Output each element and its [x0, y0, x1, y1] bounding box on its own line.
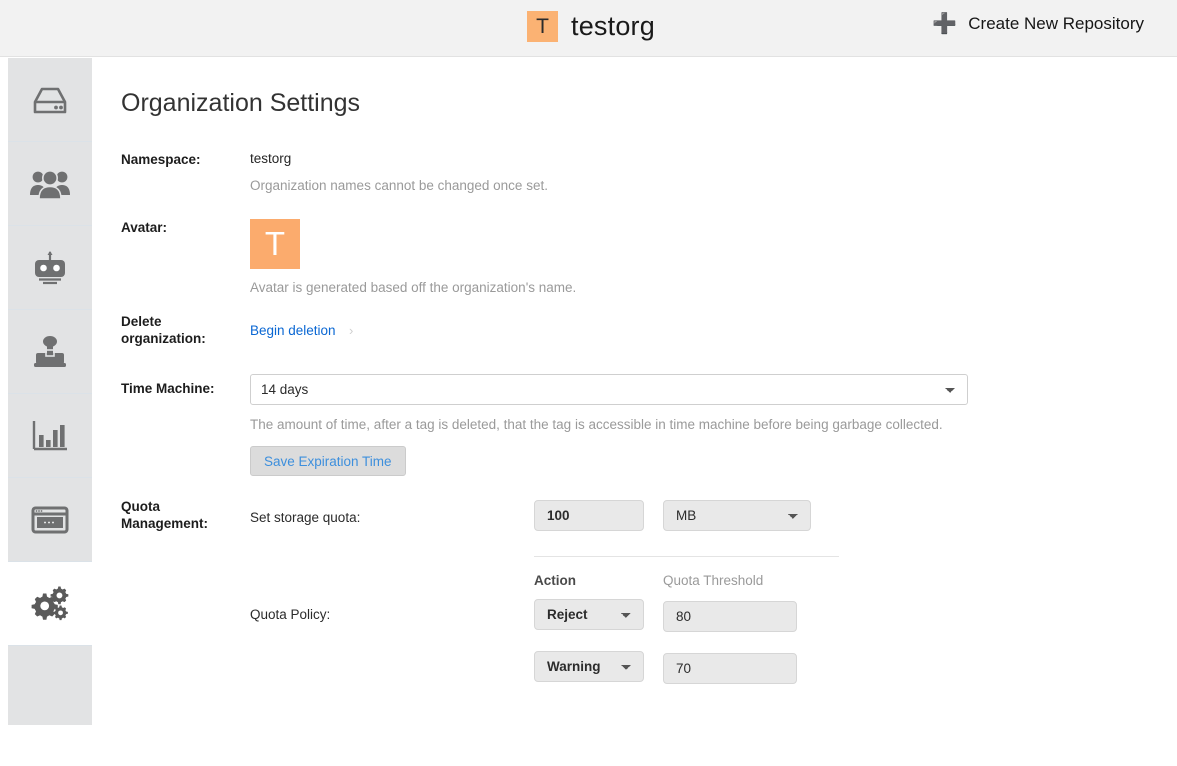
- avatar: T: [250, 219, 300, 269]
- robot-icon: [30, 250, 70, 286]
- quota-policy-threshold-input-1[interactable]: [663, 601, 797, 632]
- quota-management-label: Quota Management:: [121, 499, 209, 531]
- quota-policy-action-header: Action: [534, 573, 576, 588]
- sidebar-item-settings[interactable]: [8, 562, 92, 646]
- sidebar-item-teams[interactable]: [8, 142, 92, 226]
- delete-organization-label: Delete organization:: [121, 314, 206, 346]
- hard-drive-icon: [30, 85, 70, 115]
- bar-chart-icon: [31, 420, 69, 452]
- time-machine-help-text: The amount of time, after a tag is delet…: [250, 417, 943, 432]
- save-expiration-time-button[interactable]: Save Expiration Time: [250, 446, 406, 476]
- storage-quota-unit-select[interactable]: MB: [663, 500, 811, 531]
- create-new-repository-button[interactable]: ➕ Create New Repository: [932, 14, 1144, 34]
- namespace-help-text: Organization names cannot be changed onc…: [250, 178, 548, 193]
- quota-policy-action-select-2[interactable]: Warning: [534, 651, 644, 682]
- namespace-value: testorg: [250, 151, 292, 166]
- main-content: Organization Settings Namespace: testorg…: [92, 58, 1177, 725]
- quota-policy-label: Quota Policy:: [250, 607, 331, 622]
- time-machine-select[interactable]: 14 days: [250, 374, 968, 405]
- header-org-avatar: T: [527, 11, 558, 42]
- sidebar-item-usage-logs[interactable]: [8, 394, 92, 478]
- gears-icon: [29, 585, 71, 623]
- sidebar-item-robot-accounts[interactable]: [8, 226, 92, 310]
- time-machine-label: Time Machine:: [121, 381, 215, 396]
- sidebar-item-repositories[interactable]: [8, 58, 92, 142]
- quota-divider: [534, 556, 839, 557]
- users-icon: [29, 168, 71, 200]
- quota-policy-action-select-1[interactable]: Reject: [534, 599, 644, 630]
- sidebar-item-applications[interactable]: [8, 310, 92, 394]
- quota-policy-threshold-header: Quota Threshold: [663, 573, 764, 588]
- avatar-help-text: Avatar is generated based off the organi…: [250, 280, 577, 295]
- quota-policy-group: Quota Policy: Action Quota Threshold Rej…: [250, 573, 850, 713]
- quota-policy-threshold-input-2[interactable]: [663, 653, 797, 684]
- left-sidebar: [8, 58, 92, 725]
- page-title: Organization Settings: [121, 89, 361, 117]
- org-brand: T testorg: [527, 11, 655, 42]
- joystick-icon: [30, 334, 70, 370]
- plus-icon: ➕: [932, 13, 958, 35]
- sidebar-item-billing[interactable]: [8, 478, 92, 562]
- top-header-bar: T testorg ➕ Create New Repository: [0, 0, 1177, 57]
- header-org-name: testorg: [571, 11, 655, 41]
- avatar-label: Avatar:: [121, 220, 168, 235]
- namespace-label: Namespace:: [121, 152, 201, 167]
- sidebar-filler: [8, 646, 92, 766]
- begin-deletion-link[interactable]: Begin deletion: [250, 323, 336, 338]
- storage-quota-group: Set storage quota: MB: [250, 498, 850, 550]
- billing-window-icon: [31, 506, 69, 534]
- chevron-right-icon: ›: [349, 323, 354, 338]
- set-storage-quota-label: Set storage quota:: [250, 510, 361, 525]
- storage-quota-input[interactable]: [534, 500, 644, 531]
- create-new-repository-label: Create New Repository: [968, 14, 1144, 33]
